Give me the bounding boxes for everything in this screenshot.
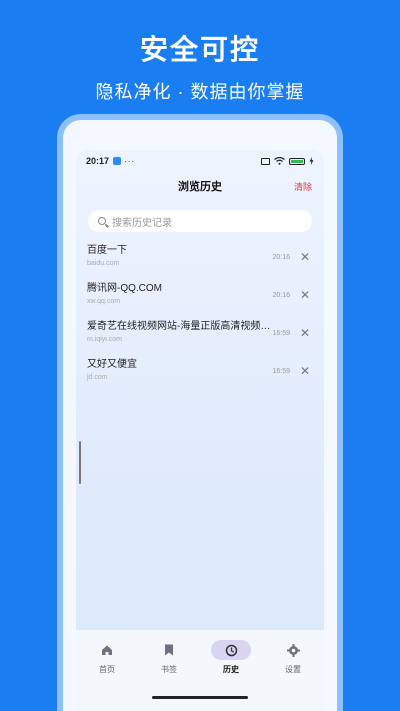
history-item-time: 16:59: [272, 330, 290, 337]
battery-icon: [289, 157, 305, 165]
page-header: 浏览历史 清除: [76, 174, 324, 198]
history-item-title: 百度一下: [87, 245, 127, 256]
home-indicator[interactable]: [152, 696, 248, 699]
close-icon[interactable]: ✕: [300, 364, 310, 378]
charging-icon: [309, 157, 314, 165]
close-icon[interactable]: ✕: [300, 288, 310, 302]
history-list: 百度一下 baidu.com 20:16 ✕ 腾讯网-QQ.COM xw.qq.…: [76, 244, 324, 396]
tab-settings[interactable]: 设置: [271, 640, 315, 711]
tab-label: 首页: [99, 665, 115, 674]
close-icon[interactable]: ✕: [300, 326, 310, 340]
tab-label: 书签: [161, 665, 177, 674]
more-notifications-icon: ···: [124, 156, 136, 166]
app-screen: 20:17 ··· 浏览历史 清除 搜索历史记录 百度一下 baidu.com …: [76, 150, 324, 711]
tab-label: 历史: [223, 665, 239, 674]
wifi-icon: [274, 157, 285, 165]
history-item-title: 又好又便宜: [87, 359, 137, 370]
close-icon[interactable]: ✕: [300, 250, 310, 264]
search-placeholder: 搜索历史记录: [112, 217, 172, 229]
history-item-time: 20:16: [272, 254, 290, 261]
tab-label: 设置: [285, 665, 301, 674]
tab-history[interactable]: 历史: [209, 640, 253, 711]
history-item[interactable]: 百度一下 baidu.com 20:16 ✕: [76, 244, 324, 282]
promo-title: 安全可控: [139, 34, 260, 65]
status-time: 20:17: [86, 156, 110, 166]
history-item[interactable]: 又好又便宜 jd.com 16:59 ✕: [76, 358, 324, 396]
scroll-handle[interactable]: [79, 441, 81, 484]
tab-bookmarks[interactable]: 书签: [147, 640, 191, 711]
promo-subtitle: 隐私净化 · 数据由你掌握: [95, 82, 305, 102]
search-input[interactable]: 搜索历史记录: [88, 210, 312, 232]
history-item[interactable]: 腾讯网-QQ.COM xw.qq.com 20:16 ✕: [76, 282, 324, 320]
history-item[interactable]: 爱奇艺在线视频网站-海量正版高清视频在线... m.iqiyi.com 16:5…: [76, 320, 324, 358]
page-title: 浏览历史: [178, 181, 222, 193]
bookmark-icon: [149, 640, 189, 660]
history-item-time: 16:59: [272, 368, 290, 375]
clear-history-button[interactable]: 清除: [294, 180, 312, 193]
search-icon: [98, 217, 106, 225]
history-item-title: 腾讯网-QQ.COM: [87, 283, 162, 294]
no-sim-icon: [261, 157, 270, 165]
status-bar: 20:17 ···: [76, 150, 324, 172]
history-icon: [211, 640, 251, 660]
gear-icon: [273, 640, 313, 660]
history-item-time: 20:16: [272, 292, 290, 299]
app-notification-icon: [113, 157, 122, 165]
tab-home[interactable]: 首页: [85, 640, 129, 711]
history-item-title: 爱奇艺在线视频网站-海量正版高清视频在线...: [87, 321, 272, 332]
home-icon: [87, 640, 127, 660]
